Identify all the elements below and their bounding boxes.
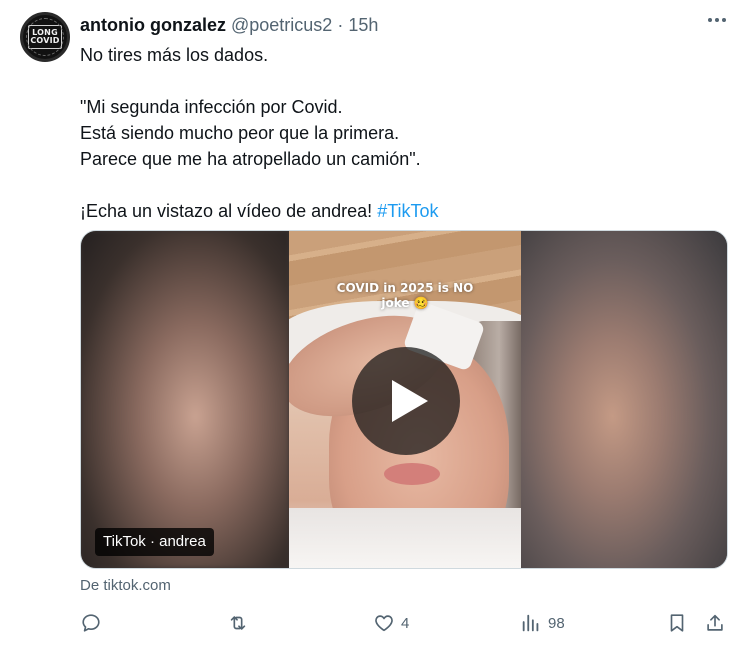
play-icon (392, 380, 428, 422)
tweet-paragraph-2: "Mi segunda infección por Covid. Está si… (80, 97, 421, 169)
like-button[interactable]: 4 (373, 609, 409, 637)
hashtag-link[interactable]: #TikTok (377, 201, 438, 221)
views-button[interactable]: 98 (520, 609, 565, 637)
more-options-icon[interactable] (708, 18, 726, 22)
share-icon (707, 614, 723, 631)
reply-icon (82, 614, 100, 632)
blurred-backdrop-right (519, 231, 727, 568)
views-count: 98 (548, 614, 565, 632)
tweet-last-line-text: ¡Echa un vistazo al vídeo de andrea! (80, 201, 378, 221)
retweet-button[interactable] (226, 609, 250, 637)
retweet-icon (230, 616, 246, 630)
play-button[interactable] (352, 347, 460, 455)
tweet-paragraph-1: No tires más los dados. (80, 45, 269, 65)
link-source[interactable]: De tiktok.com (80, 577, 171, 595)
bookmark-button[interactable] (666, 609, 688, 637)
tweet-actions: 4 98 (80, 609, 728, 637)
avatar-ring (26, 18, 64, 56)
video-source-badge: TikTok · andrea (95, 528, 214, 556)
avatar[interactable]: LONG COVID (20, 12, 70, 62)
blurred-backdrop-left (81, 231, 289, 568)
like-count: 4 (401, 614, 410, 632)
author-name[interactable]: antonio gonzalez (80, 14, 226, 36)
tweet-time[interactable]: 15h (348, 14, 378, 36)
tweet-text: No tires más los dados. "Mi segunda infe… (80, 42, 700, 224)
bookmark-icon (670, 614, 684, 632)
reply-button[interactable] (80, 609, 102, 637)
author-handle[interactable]: @poetricus2 (231, 14, 332, 36)
tweet-paragraph-3: ¡Echa un vistazo al vídeo de andrea! #Ti… (80, 198, 700, 224)
tweet-header: antonio gonzalez @poetricus2 · 15h (80, 14, 378, 36)
heart-icon (375, 615, 393, 632)
views-icon (522, 614, 539, 632)
share-button[interactable] (704, 609, 726, 637)
video-caption: COVID in 2025 is NO joke 🥴 (336, 281, 474, 310)
video-card[interactable]: COVID in 2025 is NO joke 🥴 TikTok · andr… (80, 230, 728, 569)
separator-dot: · (337, 15, 344, 35)
